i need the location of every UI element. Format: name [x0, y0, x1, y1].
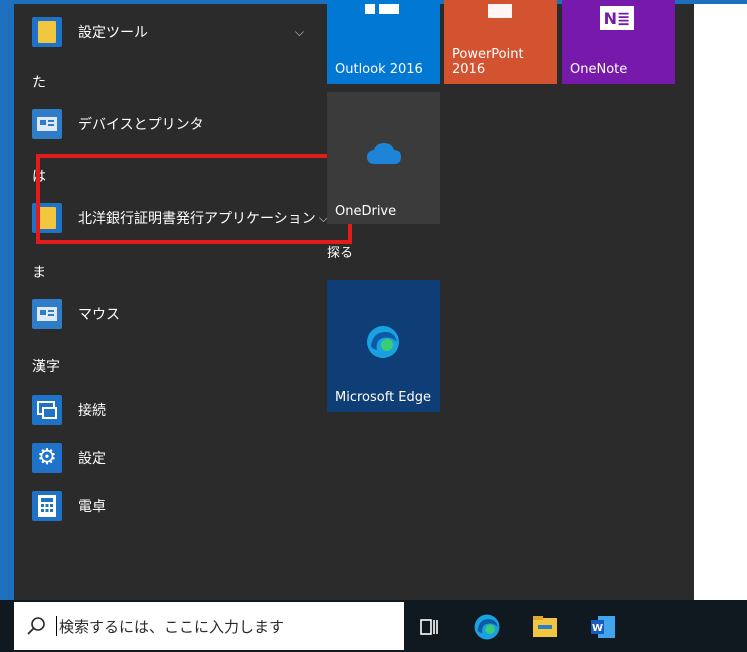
- app-label: 設定ツール: [78, 25, 148, 41]
- tile-onedrive[interactable]: OneDrive: [327, 92, 440, 224]
- tile-group-label: 探る: [327, 246, 354, 261]
- tile-label-line1: PowerPoint: [452, 46, 524, 62]
- tile-powerpoint[interactable]: PowerPoint 2016: [444, 0, 557, 84]
- outlook-icon: [365, 4, 399, 18]
- connect-icon: [32, 395, 62, 425]
- folder-icon: [32, 17, 62, 47]
- window-border-left: [0, 0, 14, 600]
- search-placeholder: 検索するには、ここに入力します: [59, 617, 285, 636]
- gear-icon: ⚙: [32, 443, 62, 473]
- word-icon[interactable]: W: [588, 612, 618, 642]
- app-connect[interactable]: 接続: [32, 390, 106, 430]
- tile-area: Outlook 2016 PowerPoint 2016 N≣ OneNote: [327, 0, 694, 600]
- tile-label-line2: 2016: [452, 62, 486, 78]
- tile-label: OneDrive: [335, 204, 397, 220]
- search-icon: [27, 617, 45, 635]
- onenote-icon: N≣: [600, 6, 634, 30]
- app-calculator[interactable]: 電卓: [32, 486, 106, 526]
- highlight-annotation-box: [36, 154, 352, 244]
- section-header-ta[interactable]: た: [32, 72, 46, 92]
- edge-taskbar-icon[interactable]: [472, 612, 502, 642]
- app-list: 設定ツール ⌵ た デバイスとプリンタ は 北洋銀行証明書発行アプリケーション …: [14, 4, 352, 600]
- svg-text:W: W: [592, 623, 603, 634]
- taskbar-search-box[interactable]: 検索するには、ここに入力します: [14, 602, 404, 650]
- desktop-background-strip: [694, 4, 747, 600]
- app-label: 電卓: [78, 499, 106, 515]
- control-panel-icon: [32, 109, 62, 139]
- file-explorer-icon[interactable]: [530, 612, 560, 642]
- task-view-icon[interactable]: [414, 612, 444, 642]
- app-label: デバイスとプリンタ: [78, 117, 204, 133]
- app-label: 接続: [78, 403, 106, 419]
- tile-label: OneNote: [570, 62, 628, 78]
- app-devices-printers[interactable]: デバイスとプリンタ: [32, 104, 204, 144]
- section-header-ma[interactable]: ま: [32, 262, 46, 282]
- app-label: マウス: [78, 307, 120, 323]
- start-menu: 設定ツール ⌵ た デバイスとプリンタ は 北洋銀行証明書発行アプリケーション …: [14, 0, 694, 600]
- app-settings-tools[interactable]: 設定ツール ⌵: [32, 12, 322, 52]
- tile-outlook[interactable]: Outlook 2016: [327, 0, 440, 84]
- text-cursor: [56, 616, 57, 636]
- calculator-icon: [32, 491, 62, 521]
- tile-onenote[interactable]: N≣ OneNote: [562, 0, 675, 84]
- edge-icon: [365, 324, 401, 364]
- tile-label: Microsoft Edge: [335, 390, 432, 406]
- app-label: 設定: [78, 451, 106, 467]
- tile-microsoft-edge[interactable]: Microsoft Edge: [327, 280, 440, 412]
- control-panel-icon: [32, 299, 62, 329]
- screen: 設定ツール ⌵ た デバイスとプリンタ は 北洋銀行証明書発行アプリケーション …: [0, 0, 747, 652]
- tile-label: Outlook 2016: [335, 62, 423, 78]
- tile-label-wrap: PowerPoint 2016: [452, 47, 524, 78]
- chevron-down-icon[interactable]: ⌵: [295, 25, 304, 40]
- section-header-kanji[interactable]: 漢字: [32, 356, 60, 376]
- app-mouse[interactable]: マウス: [32, 294, 120, 334]
- app-settings[interactable]: ⚙ 設定: [32, 438, 106, 478]
- powerpoint-icon: [488, 4, 512, 18]
- cloud-icon: [365, 140, 403, 170]
